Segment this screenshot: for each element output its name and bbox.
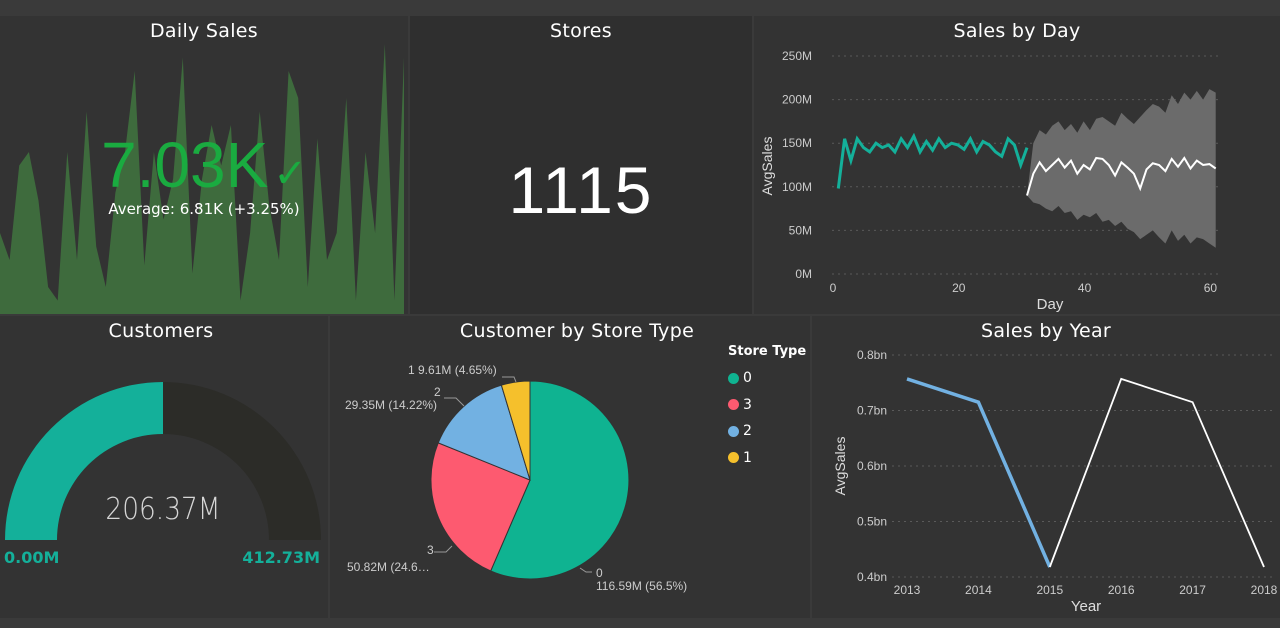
legend-title: Store Type bbox=[728, 344, 807, 359]
gauge-min-label: 0.00M bbox=[4, 548, 60, 567]
customers-card[interactable]: Customers 206.37M 0.00M 412.73M bbox=[0, 316, 328, 618]
daily-sales-average: Average: 6.81K (+3.25%) bbox=[108, 200, 300, 218]
y-tick-label: 0.4bn bbox=[857, 570, 887, 584]
sales-by-year-card[interactable]: Sales by Year 0.8bn 0.7bn 0.6bn 0.5bn 0.4bn … bbox=[812, 316, 1280, 618]
daily-sales-value: 7.03K bbox=[101, 129, 269, 201]
sales-by-day-card[interactable]: Sales by Day 250M 200M 150M 100M 50M 0M 0 20 40… bbox=[754, 16, 1280, 314]
y-tick-label: 0.6bn bbox=[857, 459, 887, 473]
x-tick-label: 2014 bbox=[965, 583, 992, 597]
y-tick-label: 50M bbox=[789, 223, 812, 237]
legend-dot-icon bbox=[728, 452, 739, 464]
y-tick-label: 150M bbox=[782, 136, 812, 150]
sales-by-year-chart: 0.8bn 0.7bn 0.6bn 0.5bn 0.4bn 2013 2014 2015 20… bbox=[832, 348, 1278, 615]
customers-gauge bbox=[5, 382, 321, 540]
legend-dot-icon bbox=[728, 425, 739, 437]
legend-dot-icon bbox=[728, 372, 739, 384]
legend-label: 3 bbox=[743, 396, 752, 413]
stores-title: Stores bbox=[550, 20, 612, 42]
x-tick-label: 0 bbox=[830, 281, 837, 295]
slice-label-3-value: 50.82M (24.6… bbox=[347, 560, 430, 574]
slice-label-2-name: 2 bbox=[434, 385, 441, 399]
x-tick-label: 2017 bbox=[1179, 583, 1206, 597]
slice-label-0-name: 0 bbox=[596, 566, 603, 580]
sales-by-year-line-forecast bbox=[1048, 377, 1265, 568]
leader-line-1 bbox=[502, 376, 517, 383]
leader-line-3 bbox=[434, 545, 453, 553]
x-tick-label: 2013 bbox=[894, 583, 921, 597]
sales-by-year-xlabel: Year bbox=[1071, 598, 1101, 615]
slice-label-1: 1 9.61M (4.65%) bbox=[408, 363, 497, 377]
sales-by-day-ylabel: AvgSales bbox=[759, 137, 775, 196]
x-tick-label: 2016 bbox=[1108, 583, 1135, 597]
legend-item-0[interactable]: 0 bbox=[728, 365, 808, 392]
leader-line-0 bbox=[579, 567, 592, 573]
actual-sales-line bbox=[836, 132, 1029, 189]
legend-item-2[interactable]: 2 bbox=[728, 418, 808, 445]
y-tick-label: 0.5bn bbox=[857, 515, 887, 529]
y-tick-label: 100M bbox=[782, 180, 812, 194]
slice-label-3-name: 3 bbox=[427, 543, 434, 557]
customer-by-store-type-card[interactable]: Customer by Store Type 1 9.61M (4.65%) 2… bbox=[330, 316, 810, 618]
legend-item-3[interactable]: 3 bbox=[728, 392, 808, 419]
daily-sales-card[interactable]: Daily Sales 7.03K ✓ Average: 6.81K (+3.2… bbox=[0, 16, 408, 314]
legend-label: 2 bbox=[743, 423, 752, 440]
slice-label-2-value: 29.35M (14.22%) bbox=[345, 398, 437, 412]
forecast-confidence-band bbox=[1027, 89, 1216, 248]
x-tick-label: 60 bbox=[1204, 281, 1218, 295]
customers-value: 206.37M bbox=[105, 492, 221, 527]
gauge-max-label: 412.73M bbox=[242, 548, 320, 567]
legend-dot-icon bbox=[728, 399, 739, 411]
y-tick-label: 200M bbox=[782, 93, 812, 107]
stores-value: 1115 bbox=[508, 153, 654, 227]
legend-item-1[interactable]: 1 bbox=[728, 445, 808, 472]
x-tick-label: 40 bbox=[1078, 281, 1092, 295]
y-tick-label: 250M bbox=[782, 49, 812, 63]
sales-by-year-line-actual bbox=[906, 377, 1052, 568]
legend-label: 0 bbox=[743, 370, 752, 387]
slice-label-0-value: 116.59M (56.5%) bbox=[596, 579, 687, 593]
sales-by-day-xlabel: Day bbox=[1037, 296, 1064, 313]
sales-by-year-ylabel: AvgSales bbox=[832, 437, 848, 496]
x-tick-label: 2015 bbox=[1036, 583, 1063, 597]
x-tick-label: 2018 bbox=[1251, 583, 1278, 597]
checkmark-icon: ✓ bbox=[273, 151, 307, 197]
sales-by-day-chart: 250M 200M 150M 100M 50M 0M 0 20 40 60 AvgSales D… bbox=[759, 49, 1222, 313]
stores-card[interactable]: Stores 1115 bbox=[410, 16, 752, 314]
daily-sales-value-row: 7.03K ✓ bbox=[0, 128, 408, 202]
legend-label: 1 bbox=[743, 449, 752, 466]
y-tick-label: 0.8bn bbox=[857, 348, 887, 362]
store-type-legend: Store Type 0 3 2 1 bbox=[728, 344, 808, 471]
y-tick-label: 0.7bn bbox=[857, 404, 887, 418]
y-tick-label: 0M bbox=[795, 267, 812, 281]
x-tick-label: 20 bbox=[952, 281, 966, 295]
leader-line-2 bbox=[444, 397, 465, 407]
